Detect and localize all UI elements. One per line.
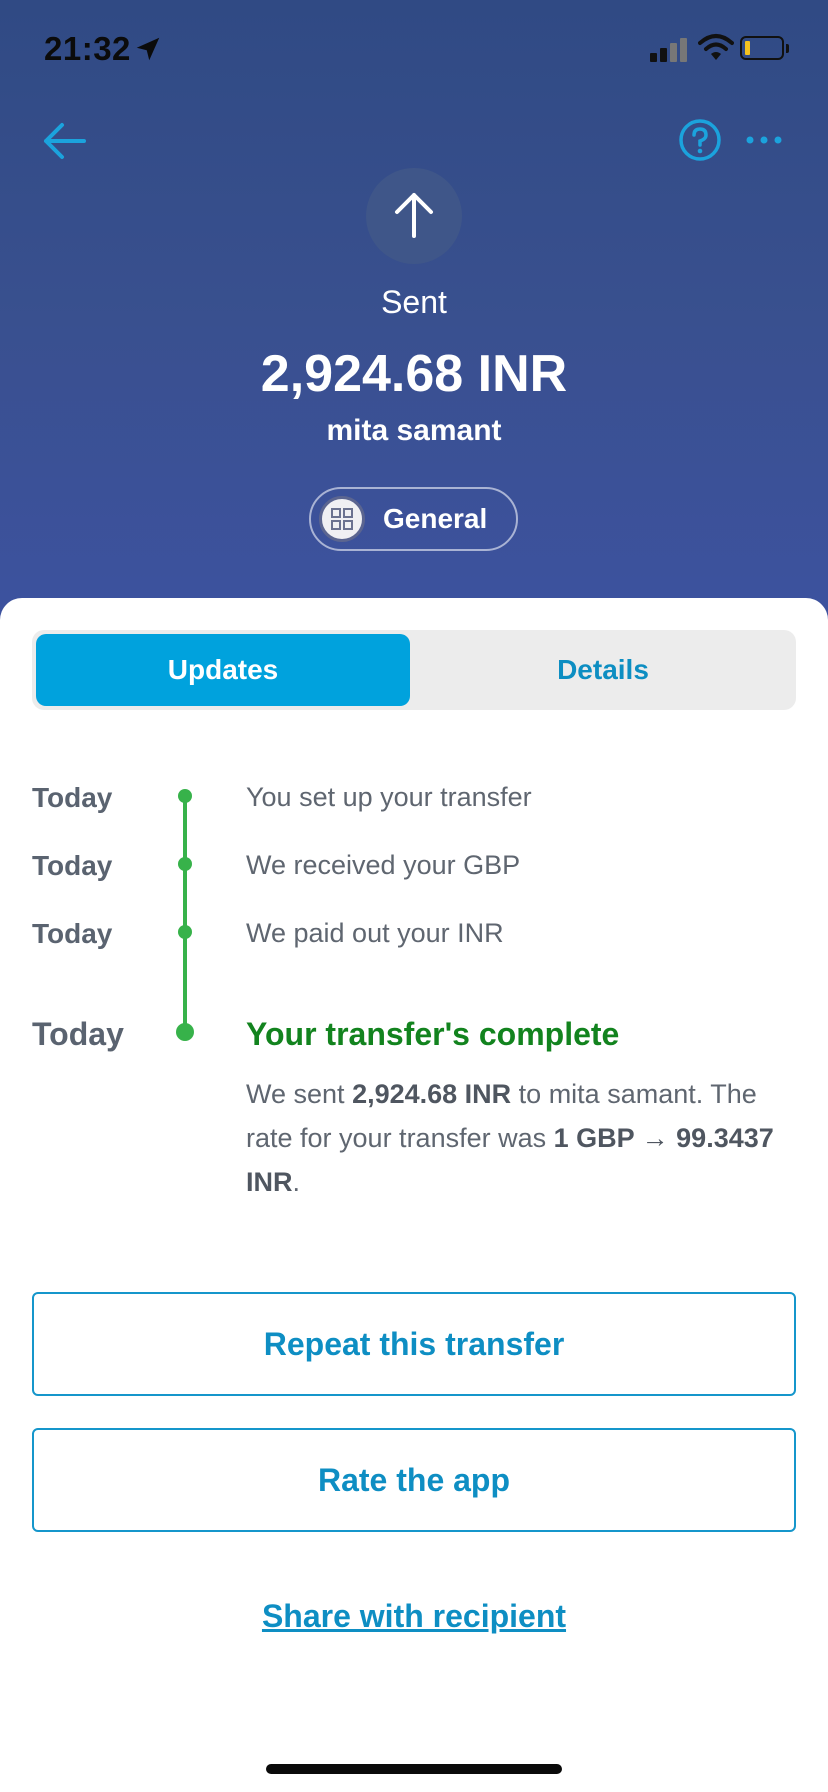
timeline-dot [178,857,192,871]
back-arrow-icon[interactable] [40,118,90,164]
transfer-direction-label: Sent [381,284,447,320]
repeat-transfer-button[interactable]: Repeat this transfer [32,1292,796,1396]
timeline-dot [178,925,192,939]
tab-updates[interactable]: Updates [36,634,410,706]
tab-switcher: Updates Details [32,630,796,710]
status-time: 21:32 [44,30,131,67]
transfer-header: 21:32 Sent 2,924.68 INR mita samant Gene… [0,0,828,640]
transfer-sheet: Updates Details Today You set up your tr… [0,598,828,1792]
timeline-dot-complete [176,1023,194,1041]
battery-icon [740,36,790,62]
status-bar: 21:32 [0,0,828,100]
sent-amount: 2,924.68 INR [352,1079,512,1109]
category-grid-icon [319,496,365,542]
timeline-date: Today [32,918,113,949]
help-icon[interactable] [678,118,722,162]
sent-direction-badge [366,168,462,264]
timeline-date: Today [32,850,113,881]
transfer-complete-description: We sent 2,924.68 INR to mita samant. The… [246,1079,774,1197]
timeline-event: We received your GBP [246,850,521,880]
up-arrow-icon [395,193,433,238]
timeline-line [183,794,187,1034]
transfer-amount: 2,924.68 INR [260,345,568,403]
wifi-icon [698,34,734,60]
timeline-event: We paid out your INR [246,918,504,948]
rate-app-button[interactable]: Rate the app [32,1428,796,1532]
more-options-icon[interactable] [744,128,784,152]
category-label: General [383,503,488,534]
timeline-date: Today [32,782,113,813]
share-with-recipient-link[interactable]: Share with recipient [0,1598,828,1635]
home-indicator [266,1764,562,1774]
tab-details[interactable]: Details [414,634,792,706]
cellular-signal-icon [650,36,690,62]
recipient-name: mita samant [326,414,502,447]
location-arrow-icon [136,37,160,61]
category-chip[interactable]: General [309,487,518,551]
transfer-complete-title: Your transfer's complete [246,1016,620,1052]
timeline-event: You set up your transfer [246,782,532,812]
timeline-dot [178,789,192,803]
timeline-date: Today [32,1016,124,1052]
